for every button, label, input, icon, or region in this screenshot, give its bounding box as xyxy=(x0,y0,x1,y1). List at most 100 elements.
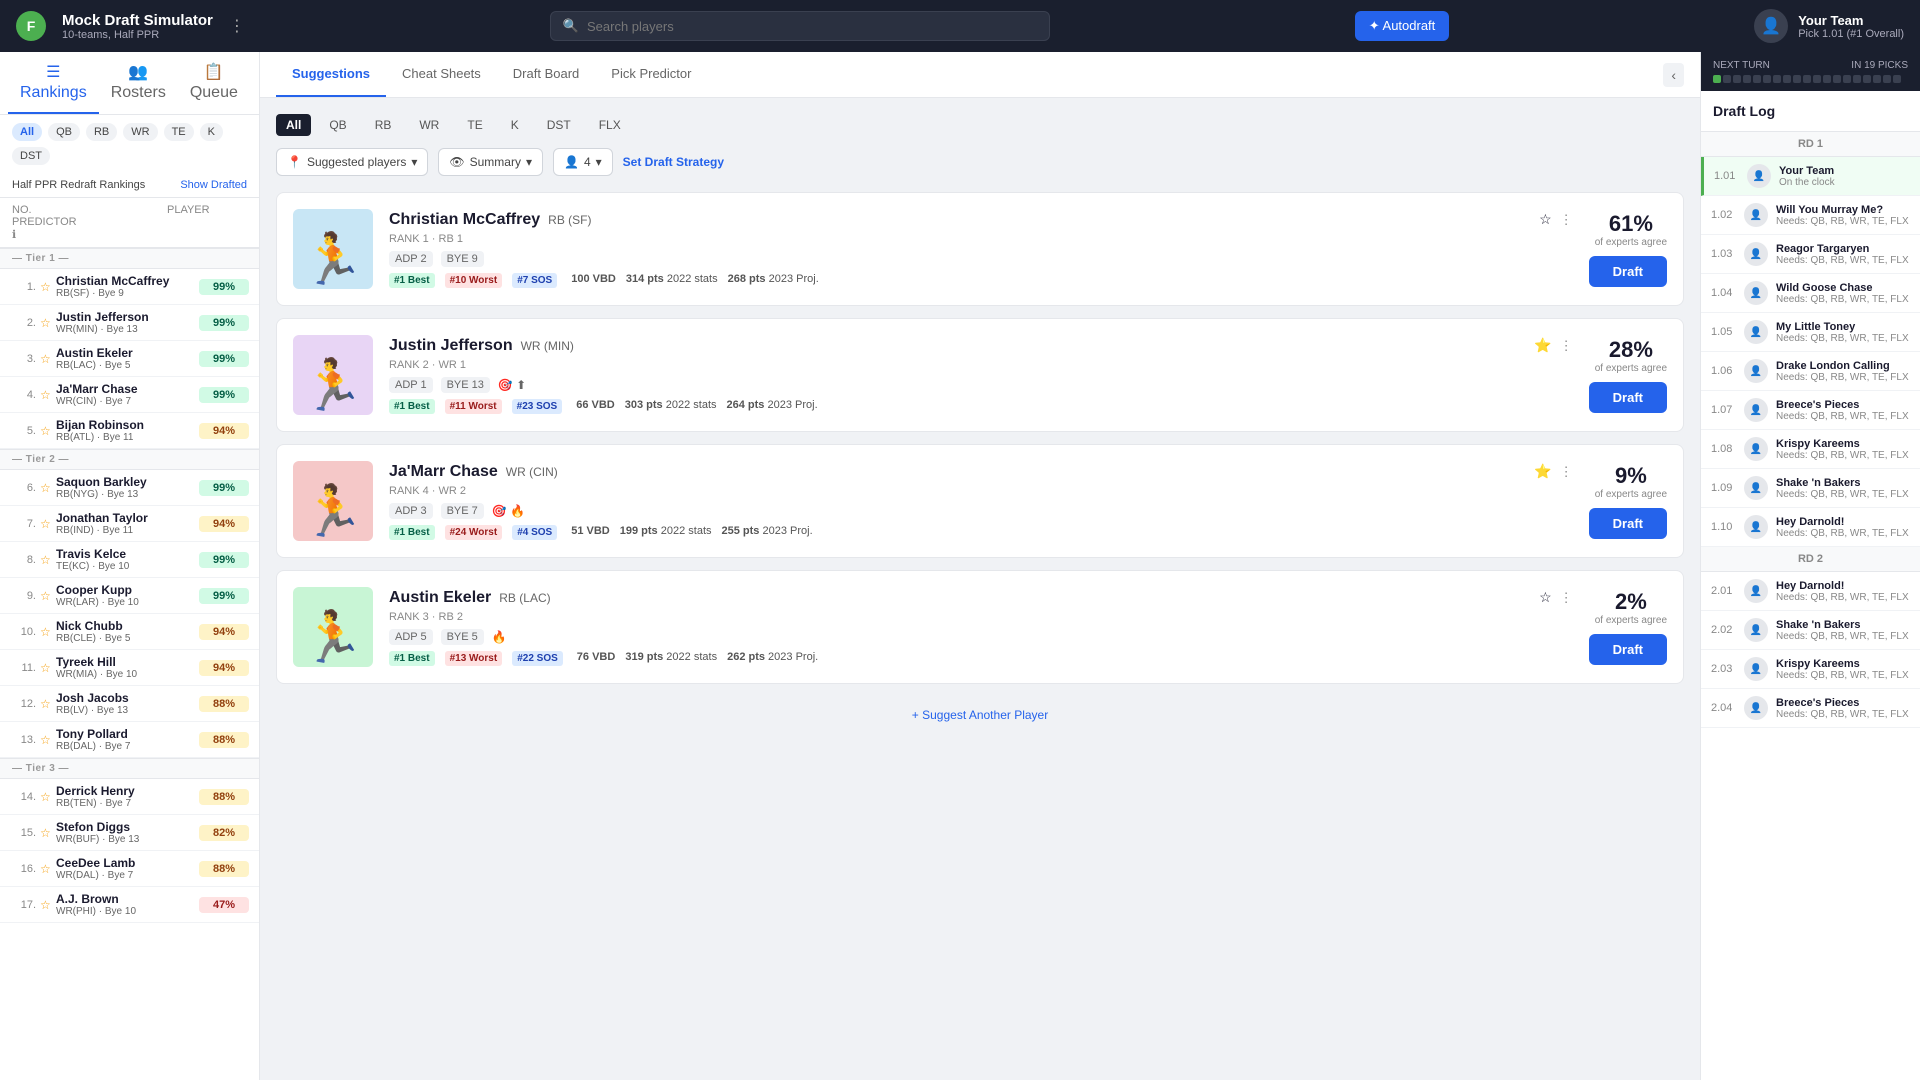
player-pos: RB(CLE) · Bye 5 xyxy=(56,633,199,644)
draft-button[interactable]: Draft xyxy=(1589,256,1667,287)
draft-button[interactable]: Draft xyxy=(1589,508,1667,539)
team-name: Hey Darnold! xyxy=(1776,516,1909,528)
pick-info: Hey Darnold! Needs: QB, RB, WR, TE, FLX xyxy=(1776,580,1909,603)
sidebar-item-rankings[interactable]: ☰ Rankings xyxy=(8,52,99,114)
pos-flx[interactable]: FLX xyxy=(589,114,631,136)
count-filter[interactable]: 👤 4 ▾ xyxy=(553,148,613,176)
player-row[interactable]: 1. ☆ Christian McCaffrey RB(SF) · Bye 9 … xyxy=(0,269,259,305)
more-options-icon[interactable]: ⋮ xyxy=(1560,338,1573,354)
pick-info: Reagor Targaryen Needs: QB, RB, WR, TE, … xyxy=(1776,243,1909,266)
pick-row[interactable]: 1.06 👤 Drake London Calling Needs: QB, R… xyxy=(1701,352,1920,391)
player-pos: RB(TEN) · Bye 7 xyxy=(56,798,199,809)
predictor-badge: 82% xyxy=(199,825,249,841)
pos-dst[interactable]: DST xyxy=(537,114,581,136)
pick-row[interactable]: 1.09 👤 Shake 'n Bakers Needs: QB, RB, WR… xyxy=(1701,469,1920,508)
favorite-icon[interactable]: ⭐ xyxy=(1534,463,1551,480)
favorite-icon[interactable]: ☆ xyxy=(1539,211,1552,228)
pick-row[interactable]: 1.08 👤 Krispy Kareems Needs: QB, RB, WR,… xyxy=(1701,430,1920,469)
set-strategy-link[interactable]: Set Draft Strategy xyxy=(623,155,724,169)
more-options-icon[interactable]: ⋮ xyxy=(1560,590,1573,606)
player-star: ☆ xyxy=(40,862,56,876)
player-card-header: Justin Jefferson WR (MIN) ⭐ ⋮ xyxy=(389,337,1573,355)
pick-row[interactable]: 1.01 👤 Your Team On the clock xyxy=(1701,157,1920,196)
rankings-select[interactable]: Half PPR Redraft Rankings xyxy=(12,179,145,191)
sidebar-item-rosters[interactable]: 👥 Rosters xyxy=(99,52,178,114)
team-name: Your Team xyxy=(1779,165,1835,177)
player-row[interactable]: 11. ☆ Tyreek Hill WR(MIA) · Bye 10 94% xyxy=(0,650,259,686)
pick-row[interactable]: 1.10 👤 Hey Darnold! Needs: QB, RB, WR, T… xyxy=(1701,508,1920,547)
pick-avatar: 👤 xyxy=(1744,359,1768,383)
player-row[interactable]: 3. ☆ Austin Ekeler RB(LAC) · Bye 5 99% xyxy=(0,341,259,377)
player-row[interactable]: 2. ☆ Justin Jefferson WR(MIN) · Bye 13 9… xyxy=(0,305,259,341)
pos-te[interactable]: TE xyxy=(457,114,492,136)
pick-row[interactable]: 1.07 👤 Breece's Pieces Needs: QB, RB, WR… xyxy=(1701,391,1920,430)
suggested-players-filter[interactable]: 📍 Suggested players ▾ xyxy=(276,148,428,176)
stat-badge: #7 SOS xyxy=(512,273,557,288)
filter-dst[interactable]: DST xyxy=(12,147,50,165)
player-row[interactable]: 14. ☆ Derrick Henry RB(TEN) · Bye 7 88% xyxy=(0,779,259,815)
player-row[interactable]: 17. ☆ A.J. Brown WR(PHI) · Bye 10 47% xyxy=(0,887,259,923)
player-row[interactable]: 15. ☆ Stefon Diggs WR(BUF) · Bye 13 82% xyxy=(0,815,259,851)
autodraft-button[interactable]: ✦ Autodraft xyxy=(1355,11,1450,41)
player-row[interactable]: 13. ☆ Tony Pollard RB(DAL) · Bye 7 88% xyxy=(0,722,259,758)
tab-draft-board[interactable]: Draft Board xyxy=(497,52,595,97)
pos-qb[interactable]: QB xyxy=(319,114,356,136)
round-label: RD 2 xyxy=(1701,547,1920,572)
pick-row[interactable]: 2.01 👤 Hey Darnold! Needs: QB, RB, WR, T… xyxy=(1701,572,1920,611)
more-options-icon[interactable]: ⋮ xyxy=(1560,212,1573,228)
player-row[interactable]: 12. ☆ Josh Jacobs RB(LV) · Bye 13 88% xyxy=(0,686,259,722)
more-options-icon[interactable]: ⋮ xyxy=(1560,464,1573,480)
team-name: Breece's Pieces xyxy=(1776,697,1909,709)
filter-rb[interactable]: RB xyxy=(86,123,117,141)
collapse-sidebar-button[interactable]: ‹ xyxy=(1663,63,1684,87)
pick-info: Hey Darnold! Needs: QB, RB, WR, TE, FLX xyxy=(1776,516,1909,539)
favorite-icon[interactable]: ⭐ xyxy=(1534,337,1551,354)
summary-filter[interactable]: 👁 Summary ▾ xyxy=(438,148,543,176)
filter-wr[interactable]: WR xyxy=(123,123,157,141)
player-row[interactable]: 8. ☆ Travis Kelce TE(KC) · Bye 10 99% xyxy=(0,542,259,578)
filter-qb[interactable]: QB xyxy=(48,123,80,141)
player-row[interactable]: 9. ☆ Cooper Kupp WR(LAR) · Bye 10 99% xyxy=(0,578,259,614)
player-row[interactable]: 16. ☆ CeeDee Lamb WR(DAL) · Bye 7 88% xyxy=(0,851,259,887)
player-row[interactable]: 5. ☆ Bijan Robinson RB(ATL) · Bye 11 94% xyxy=(0,413,259,449)
pick-row[interactable]: 1.05 👤 My Little Toney Needs: QB, RB, WR… xyxy=(1701,313,1920,352)
sidebar-item-queue[interactable]: 📋 Queue xyxy=(178,52,250,114)
filter-te[interactable]: TE xyxy=(164,123,194,141)
draft-button[interactable]: Draft xyxy=(1589,382,1667,413)
pos-wr[interactable]: WR xyxy=(409,114,449,136)
suggest-another-button[interactable]: + Suggest Another Player xyxy=(276,696,1684,734)
player-row[interactable]: 6. ☆ Saquon Barkley RB(NYG) · Bye 13 99% xyxy=(0,470,259,506)
your-team-avatar: 👤 xyxy=(1754,9,1788,43)
pos-k[interactable]: K xyxy=(501,114,529,136)
tab-suggestions[interactable]: Suggestions xyxy=(276,52,386,97)
search-input[interactable] xyxy=(587,19,1037,34)
team-needs: Needs: QB, RB, WR, TE, FLX xyxy=(1776,709,1909,720)
pick-row[interactable]: 1.03 👤 Reagor Targaryen Needs: QB, RB, W… xyxy=(1701,235,1920,274)
favorite-icon[interactable]: ☆ xyxy=(1539,589,1552,606)
player-row[interactable]: 10. ☆ Nick Chubb RB(CLE) · Bye 5 94% xyxy=(0,614,259,650)
player-pos: RB(DAL) · Bye 7 xyxy=(56,741,199,752)
pick-row[interactable]: 2.04 👤 Breece's Pieces Needs: QB, RB, WR… xyxy=(1701,689,1920,728)
pos-all[interactable]: All xyxy=(276,114,311,136)
player-pos: TE(KC) · Bye 10 xyxy=(56,561,199,572)
show-drafted-button[interactable]: Show Drafted xyxy=(180,179,247,191)
filter-all[interactable]: All xyxy=(12,123,42,141)
pos-rb[interactable]: RB xyxy=(365,114,402,136)
stats-2022: 314 pts 2022 stats xyxy=(626,273,718,288)
player-row[interactable]: 7. ☆ Jonathan Taylor RB(IND) · Bye 11 94… xyxy=(0,506,259,542)
your-team-info: Your Team Pick 1.01 (#1 Overall) xyxy=(1798,13,1904,40)
pick-row[interactable]: 1.04 👤 Wild Goose Chase Needs: QB, RB, W… xyxy=(1701,274,1920,313)
pick-dot xyxy=(1873,75,1881,83)
pick-row[interactable]: 1.02 👤 Will You Murray Me? Needs: QB, RB… xyxy=(1701,196,1920,235)
pick-row[interactable]: 2.02 👤 Shake 'n Bakers Needs: QB, RB, WR… xyxy=(1701,611,1920,650)
pick-row[interactable]: 2.03 👤 Krispy Kareems Needs: QB, RB, WR,… xyxy=(1701,650,1920,689)
player-info: Tony Pollard RB(DAL) · Bye 7 xyxy=(56,727,199,752)
filter-k[interactable]: K xyxy=(200,123,223,141)
header-menu-icon[interactable]: ⋮ xyxy=(229,16,245,36)
tab-cheat-sheets[interactable]: Cheat Sheets xyxy=(386,52,497,97)
player-name: Christian McCaffrey xyxy=(56,274,199,288)
tab-pick-predictor[interactable]: Pick Predictor xyxy=(595,52,707,97)
draft-button[interactable]: Draft xyxy=(1589,634,1667,665)
player-star: ☆ xyxy=(40,589,56,603)
player-row[interactable]: 4. ☆ Ja'Marr Chase WR(CIN) · Bye 7 99% xyxy=(0,377,259,413)
